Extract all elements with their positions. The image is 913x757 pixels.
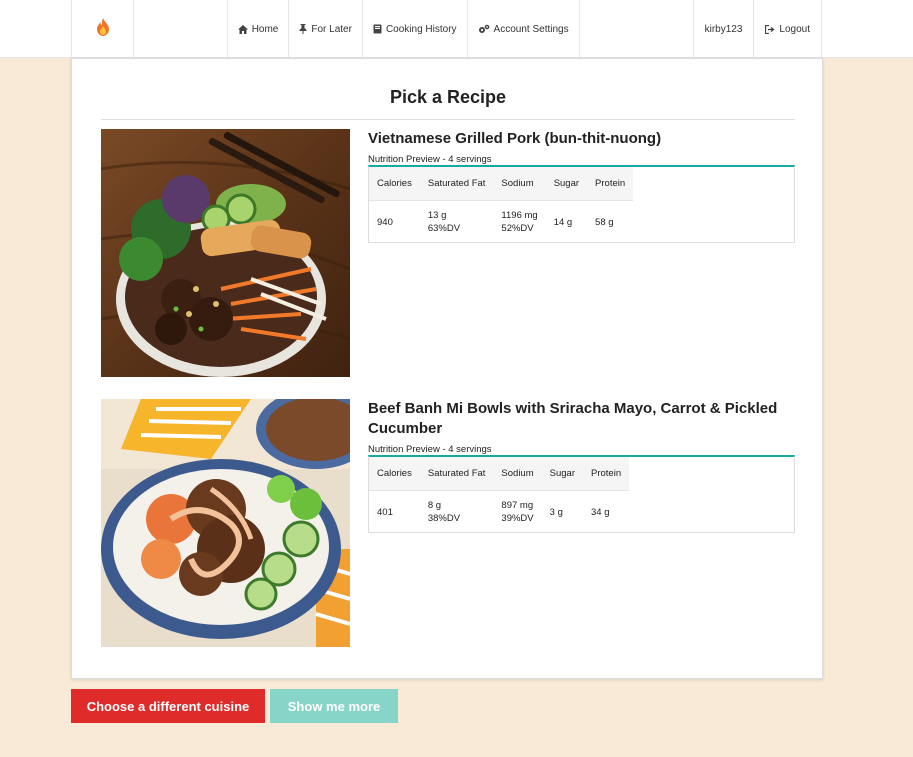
recipe-image-banh-mi[interactable] [101, 399, 350, 647]
nutrition-preview-label: Nutrition Preview - 4 servings [368, 444, 492, 455]
user-nav: kirby123 Logout [692, 0, 821, 58]
header-calories: Calories [369, 457, 420, 491]
recipe-item: Beef Banh Mi Bowls with Sriracha Mayo, C… [101, 399, 795, 647]
sat-fat-amount: 8 g [427, 500, 442, 512]
sat-fat-amount: 13 g [427, 210, 447, 222]
header-sodium: Sodium [493, 457, 542, 491]
nav-account-settings-label: Account Settings [493, 23, 569, 35]
nav-for-later-label: For Later [311, 23, 352, 35]
nutrition-table-box: Calories Saturated Fat Sodium Sugar Prot… [368, 455, 795, 533]
nav-home[interactable]: Home [226, 0, 289, 58]
recipe-item: Vietnamese Grilled Pork (bun-thit-nuong)… [101, 129, 795, 377]
nav-account-settings[interactable]: Account Settings [466, 0, 580, 58]
pin-icon [299, 24, 307, 34]
nav-cooking-history-label: Cooking History [385, 23, 457, 35]
value-sugar: 3 g [549, 506, 563, 518]
value-sodium: 897 mg 39%DV [493, 490, 541, 534]
nav-username[interactable]: kirby123 [692, 0, 754, 58]
flame-icon [94, 17, 112, 42]
logout-icon [765, 24, 775, 34]
show-me-more-button[interactable]: Show me more [270, 689, 398, 723]
top-navbar: Home For Later Cooking History Account S… [0, 0, 913, 58]
sat-fat-dv: 63%DV [427, 223, 461, 235]
main-nav: Home For Later Cooking History Account S… [134, 0, 580, 58]
nav-logout[interactable]: Logout [753, 0, 821, 58]
nutrition-header-row: Calories Saturated Fat Sodium Sugar Prot… [369, 167, 634, 201]
header-sugar: Sugar [545, 167, 588, 201]
nutrition-preview-label: Nutrition Preview - 4 servings [368, 154, 492, 165]
logout-label: Logout [779, 23, 810, 35]
header-calories: Calories [369, 167, 420, 201]
value-calories: 401 [377, 506, 393, 518]
value-sugar: 14 g [553, 216, 573, 228]
nutrition-table-box: Calories Saturated Fat Sodium Sugar Prot… [368, 165, 795, 243]
recipe-title[interactable]: Beef Banh Mi Bowls with Sriracha Mayo, C… [368, 399, 795, 439]
sodium-dv: 39%DV [501, 513, 534, 525]
value-calories: 940 [377, 216, 393, 228]
value-saturated-fat: 13 g 63%DV [420, 200, 494, 244]
nutrition-value-row: 401 8 g 38%DV 897 mg 39%DV 3 g 34 g [369, 490, 629, 534]
header-saturated-fat: Saturated Fat [419, 457, 494, 491]
header-saturated-fat: Saturated Fat [419, 167, 494, 201]
recipe-details: Vietnamese Grilled Pork (bun-thit-nuong)… [368, 129, 795, 243]
nutrition-table: Calories Saturated Fat Sodium Sugar Prot… [369, 167, 634, 244]
recipe-title[interactable]: Vietnamese Grilled Pork (bun-thit-nuong) [368, 129, 795, 149]
sodium-amount: 1196 mg [501, 210, 538, 222]
choose-different-cuisine-button[interactable]: Choose a different cuisine [71, 689, 265, 723]
recipe-card: Pick a Recipe Vietnamese Grilled Pork (b… [71, 58, 823, 679]
nav-cooking-history[interactable]: Cooking History [361, 0, 467, 58]
header-sugar: Sugar [541, 457, 583, 491]
header-protein: Protein [583, 457, 630, 491]
nav-for-later[interactable]: For Later [288, 0, 362, 58]
sat-fat-dv: 38%DV [427, 513, 461, 525]
sodium-dv: 52%DV [501, 223, 534, 235]
recipe-image-pork[interactable] [101, 129, 350, 377]
value-sodium: 1196 mg 52%DV [493, 200, 545, 244]
book-icon [373, 24, 382, 34]
nutrition-table: Calories Saturated Fat Sodium Sugar Prot… [369, 457, 630, 534]
value-protein: 58 g [595, 216, 614, 228]
nutrition-header-row: Calories Saturated Fat Sodium Sugar Prot… [369, 457, 630, 491]
nutrition-value-row: 940 13 g 63%DV 1196 mg 52%DV 14 g 58 g [369, 200, 633, 244]
gears-icon [478, 24, 490, 34]
title-divider [101, 119, 795, 120]
navbar-inner: Home For Later Cooking History Account S… [71, 0, 822, 58]
header-protein: Protein [587, 167, 634, 201]
recipe-details: Beef Banh Mi Bowls with Sriracha Mayo, C… [368, 399, 795, 533]
sodium-amount: 897 mg [501, 500, 534, 512]
nav-home-label: Home [251, 23, 279, 35]
home-icon [237, 24, 248, 34]
page-title: Pick a Recipe [389, 87, 507, 107]
value-protein: 34 g [591, 506, 610, 518]
value-saturated-fat: 8 g 38%DV [420, 490, 494, 534]
brand-logo[interactable] [72, 0, 134, 58]
username-label: kirby123 [704, 23, 743, 35]
header-sodium: Sodium [493, 167, 546, 201]
